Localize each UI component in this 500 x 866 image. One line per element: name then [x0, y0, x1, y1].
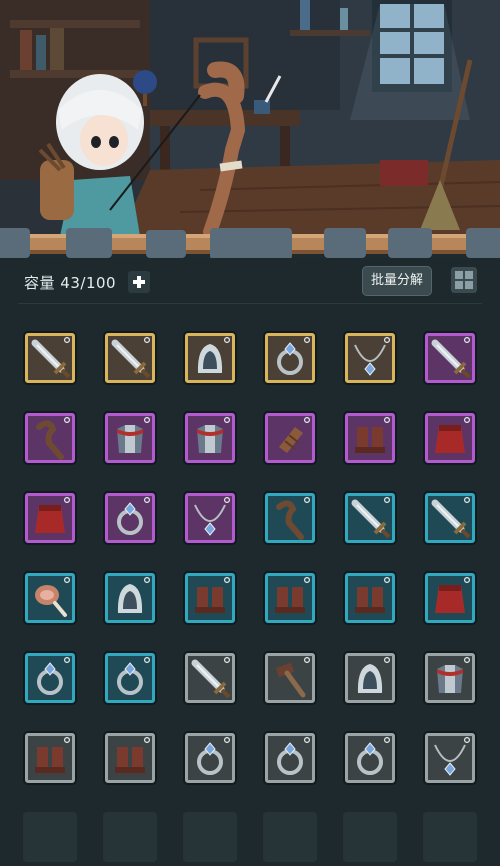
wooden-rail-divider	[0, 228, 500, 260]
inventory-slot-cloak[interactable]	[425, 573, 475, 623]
sword-icon	[351, 496, 391, 539]
ring-icon	[277, 736, 310, 775]
staff-icon	[36, 416, 70, 460]
hood-icon	[357, 656, 390, 693]
empty-slot[interactable]	[23, 812, 77, 862]
necklace-icon	[194, 496, 230, 536]
sword-icon	[431, 496, 471, 539]
boots-icon	[195, 576, 230, 613]
plus-icon[interactable]	[128, 271, 150, 293]
inventory-slot-sword[interactable]	[425, 333, 475, 383]
inventory-slot-armor[interactable]	[425, 653, 475, 703]
grid-view-icon[interactable]	[450, 266, 478, 294]
inventory-slot-necklace[interactable]	[425, 733, 475, 783]
ring-icon	[197, 736, 230, 775]
inventory-slot-meat[interactable]	[25, 573, 75, 623]
necklace-icon	[354, 336, 390, 376]
sword-icon	[431, 336, 471, 379]
inventory-slot-boots[interactable]	[25, 733, 75, 783]
inventory-slot-staff[interactable]	[25, 413, 75, 463]
empty-slot[interactable]	[103, 812, 157, 862]
capacity-display: 容量 43/100	[24, 272, 116, 293]
inventory-slot-ring[interactable]	[185, 733, 235, 783]
inventory-slot-ring[interactable]	[265, 333, 315, 383]
inventory-slot-sword[interactable]	[105, 333, 155, 383]
inventory-slot-boots[interactable]	[265, 573, 315, 623]
cloak-icon	[435, 576, 470, 613]
header-divider	[18, 303, 482, 304]
inventory-slot-staff[interactable]	[265, 493, 315, 543]
empty-slot[interactable]	[343, 812, 397, 862]
boots-icon	[35, 736, 70, 773]
inventory-slot-necklace[interactable]	[185, 493, 235, 543]
empty-slot[interactable]	[183, 812, 237, 862]
inventory-slot-armor[interactable]	[105, 413, 155, 463]
inventory-slot-sword[interactable]	[185, 653, 235, 703]
inventory-slot-boots[interactable]	[345, 573, 395, 623]
inventory-slot-armor[interactable]	[185, 413, 235, 463]
inventory-slot-boots[interactable]	[345, 413, 395, 463]
boots-icon	[355, 416, 390, 453]
empty-slot[interactable]	[263, 812, 317, 862]
inventory-slot-ring[interactable]	[345, 733, 395, 783]
inventory-slot-sword[interactable]	[25, 333, 75, 383]
inventory-slot-bracer[interactable]	[265, 413, 315, 463]
boots-icon	[355, 576, 390, 613]
empty-slot[interactable]	[423, 812, 477, 862]
armor-icon	[117, 416, 150, 453]
capacity-label: 容量	[24, 274, 56, 292]
hood-icon	[117, 576, 150, 613]
inventory-slot-hood[interactable]	[345, 653, 395, 703]
armor-icon	[437, 656, 470, 693]
ring-icon	[37, 656, 70, 695]
inventory-slot-cloak[interactable]	[425, 413, 475, 463]
sword-icon	[191, 656, 231, 699]
hood-icon	[197, 336, 230, 373]
inventory-slot-sword[interactable]	[345, 493, 395, 543]
inventory-slot-hood[interactable]	[185, 333, 235, 383]
inventory-slot-necklace[interactable]	[345, 333, 395, 383]
armor-icon	[197, 416, 230, 453]
inventory-slot-boots[interactable]	[105, 733, 155, 783]
ring-icon	[357, 736, 390, 775]
inventory-slot-boots[interactable]	[185, 573, 235, 623]
boots-icon	[115, 736, 150, 773]
sword-icon	[111, 336, 151, 379]
meat-icon	[35, 576, 70, 617]
ring-icon	[117, 496, 150, 535]
bracer-icon	[279, 416, 310, 453]
batch-decompose-button[interactable]: 批量分解	[362, 266, 432, 296]
hammer-icon	[275, 656, 310, 698]
hero-scene-banner	[0, 0, 500, 236]
inventory-slot-hood[interactable]	[105, 573, 155, 623]
ring-icon	[277, 336, 310, 375]
inventory-slot-ring[interactable]	[105, 653, 155, 703]
capacity-value: 43/100	[60, 274, 117, 292]
cloak-icon	[435, 416, 470, 453]
inventory-slot-cloak[interactable]	[25, 493, 75, 543]
sword-icon	[31, 336, 71, 379]
cloak-icon	[35, 496, 70, 533]
inventory-slot-ring[interactable]	[105, 493, 155, 543]
ring-icon	[117, 656, 150, 695]
boots-icon	[275, 576, 310, 613]
inventory-slot-ring[interactable]	[25, 653, 75, 703]
inventory-slot-hammer[interactable]	[265, 653, 315, 703]
staff-icon	[276, 496, 310, 540]
inventory-slot-ring[interactable]	[265, 733, 315, 783]
necklace-icon	[434, 736, 470, 776]
inventory-slot-sword[interactable]	[425, 493, 475, 543]
